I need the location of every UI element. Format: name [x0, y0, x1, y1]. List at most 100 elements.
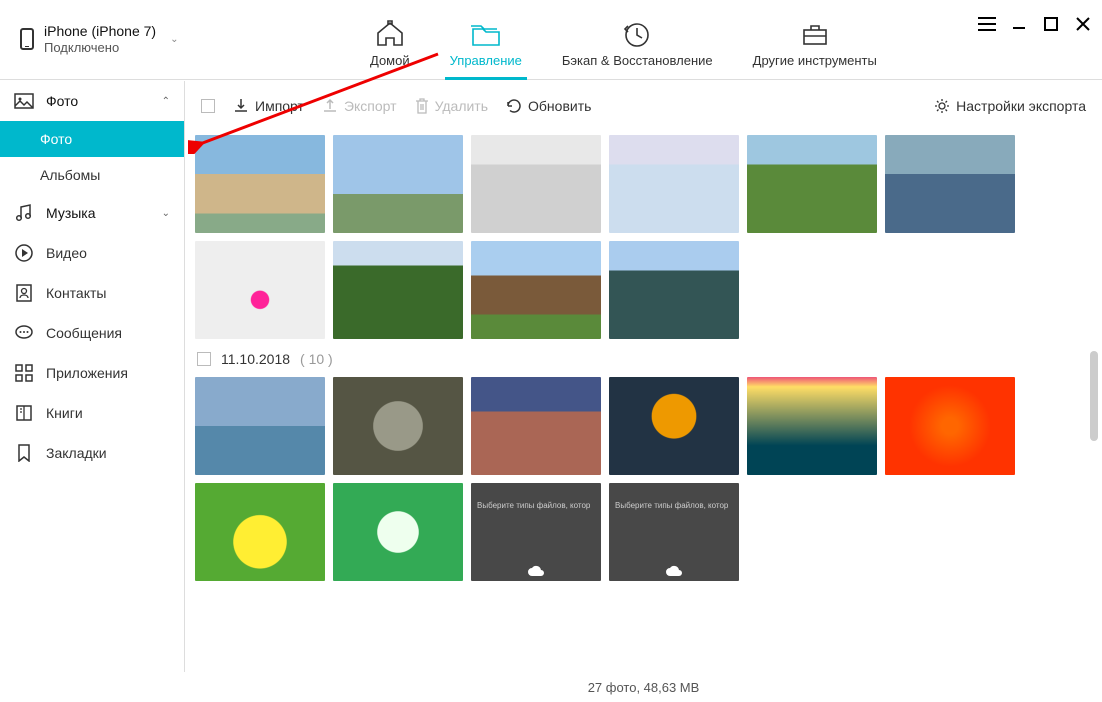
sidebar-item-label: Видео	[46, 245, 170, 261]
photo-thumbnail[interactable]	[747, 135, 877, 233]
phone-icon	[20, 28, 34, 50]
sidebar-item-label: Сообщения	[46, 325, 170, 341]
sidebar-item-albums[interactable]: Альбомы	[0, 157, 184, 193]
chevron-up-icon: ⌃	[162, 96, 170, 107]
thumb-caption: Выберите типы файлов, котор	[471, 483, 601, 510]
sidebar-item-label: Фото	[40, 131, 170, 147]
refresh-label: Обновить	[528, 98, 591, 114]
home-icon	[375, 19, 405, 49]
chevron-down-icon: ⌄	[170, 34, 178, 45]
backup-icon	[622, 19, 652, 49]
refresh-button[interactable]: Обновить	[506, 98, 591, 114]
chevron-down-icon: ⌄	[162, 208, 170, 219]
sidebar-item-label: Фото	[46, 93, 150, 109]
toolbox-icon	[800, 19, 830, 49]
books-icon	[14, 403, 34, 423]
delete-button[interactable]: Удалить	[415, 98, 488, 114]
sidebar-item-label: Музыка	[46, 205, 150, 221]
photo-thumbnail[interactable]	[333, 135, 463, 233]
tab-home-label: Домой	[370, 53, 410, 68]
import-button[interactable]: Импорт	[233, 98, 304, 114]
picture-icon	[14, 91, 34, 111]
photo-thumbnail[interactable]	[885, 377, 1015, 475]
photo-thumbnail[interactable]	[195, 135, 325, 233]
tab-tools[interactable]: Другие инструменты	[733, 0, 897, 80]
music-icon	[14, 203, 34, 223]
photo-thumbnail[interactable]	[609, 135, 739, 233]
import-icon	[233, 98, 249, 114]
close-button[interactable]	[1074, 15, 1092, 33]
photo-thumbnail[interactable]	[333, 241, 463, 339]
export-icon	[322, 98, 338, 114]
sidebar-item-contacts[interactable]: Контакты	[0, 273, 184, 313]
tab-backup[interactable]: Бэкап & Восстановление	[542, 0, 733, 80]
sidebar-item-photo-sub[interactable]: Фото	[0, 121, 184, 157]
sidebar: Фото ⌃ Фото Альбомы Музыка ⌄ Видео Конта…	[0, 81, 185, 672]
photo-thumbnail[interactable]: Выберите типы файлов, котор	[471, 483, 601, 581]
sidebar-item-apps[interactable]: Приложения	[0, 353, 184, 393]
select-all-checkbox[interactable]	[201, 99, 215, 113]
sidebar-item-label: Приложения	[46, 365, 170, 381]
photo-thumbnail[interactable]	[471, 135, 601, 233]
minimize-button[interactable]	[1010, 15, 1028, 33]
messages-icon	[14, 323, 34, 343]
photo-thumbnail[interactable]	[195, 377, 325, 475]
scroll-thumb[interactable]	[1090, 351, 1098, 441]
photo-thumbnail[interactable]	[471, 377, 601, 475]
sidebar-item-label: Закладки	[46, 445, 170, 461]
photo-thumbnail[interactable]	[333, 377, 463, 475]
delete-label: Удалить	[435, 98, 488, 114]
photo-thumbnail[interactable]	[609, 241, 739, 339]
photo-thumbnail[interactable]	[195, 483, 325, 581]
status-text: 27 фото, 48,63 MB	[588, 680, 700, 695]
photo-thumbnail[interactable]	[195, 241, 325, 339]
sidebar-item-label: Книги	[46, 405, 170, 421]
scrollbar[interactable]	[1090, 131, 1100, 672]
tab-backup-label: Бэкап & Восстановление	[562, 53, 713, 68]
sidebar-item-label: Альбомы	[40, 167, 170, 183]
tab-tools-label: Другие инструменты	[753, 53, 877, 68]
titlebar	[968, 0, 1102, 48]
sidebar-item-bookmarks[interactable]: Закладки	[0, 433, 184, 473]
group-checkbox[interactable]	[197, 352, 211, 366]
photo-thumbnail[interactable]	[885, 135, 1015, 233]
sidebar-item-books[interactable]: Книги	[0, 393, 184, 433]
group-date: 11.10.2018	[221, 351, 290, 367]
export-button[interactable]: Экспорт	[322, 98, 397, 114]
photo-thumbnail[interactable]	[609, 377, 739, 475]
sidebar-item-music[interactable]: Музыка ⌄	[0, 193, 184, 233]
photo-grid: 11.10.2018 ( 10 ) Выберите типы файлов, …	[185, 131, 1088, 672]
maximize-button[interactable]	[1042, 15, 1060, 33]
gear-icon	[934, 98, 950, 114]
tab-manage[interactable]: Управление	[430, 0, 542, 80]
date-group-header[interactable]: 11.10.2018 ( 10 )	[197, 351, 1078, 367]
sidebar-item-messages[interactable]: Сообщения	[0, 313, 184, 353]
device-name: iPhone (iPhone 7)	[44, 22, 156, 40]
import-label: Импорт	[255, 98, 304, 114]
cloud-icon	[664, 564, 684, 578]
sidebar-item-photo[interactable]: Фото ⌃	[0, 81, 184, 121]
export-settings-button[interactable]: Настройки экспорта	[934, 98, 1086, 114]
photo-thumbnail[interactable]: Выберите типы файлов, котор	[609, 483, 739, 581]
export-settings-label: Настройки экспорта	[956, 98, 1086, 114]
trash-icon	[415, 98, 429, 114]
group-count: ( 10 )	[300, 351, 333, 367]
tab-manage-label: Управление	[450, 53, 522, 68]
sidebar-item-label: Контакты	[46, 285, 170, 301]
contacts-icon	[14, 283, 34, 303]
device-status: Подключено	[44, 40, 156, 57]
sidebar-item-video[interactable]: Видео	[0, 233, 184, 273]
thumb-caption: Выберите типы файлов, котор	[609, 483, 739, 510]
photo-thumbnail[interactable]	[747, 377, 877, 475]
tab-home[interactable]: Домой	[350, 0, 430, 80]
video-icon	[14, 243, 34, 263]
export-label: Экспорт	[344, 98, 397, 114]
photo-thumbnail[interactable]	[333, 483, 463, 581]
device-selector[interactable]: iPhone (iPhone 7) Подключено ⌄	[20, 22, 200, 57]
photo-thumbnail[interactable]	[471, 241, 601, 339]
status-bar: 27 фото, 48,63 MB	[185, 672, 1102, 702]
apps-icon	[14, 363, 34, 383]
content-toolbar: Импорт Экспорт Удалить Обновить Настройк…	[185, 81, 1102, 131]
cloud-icon	[526, 564, 546, 578]
menu-icon[interactable]	[978, 15, 996, 33]
